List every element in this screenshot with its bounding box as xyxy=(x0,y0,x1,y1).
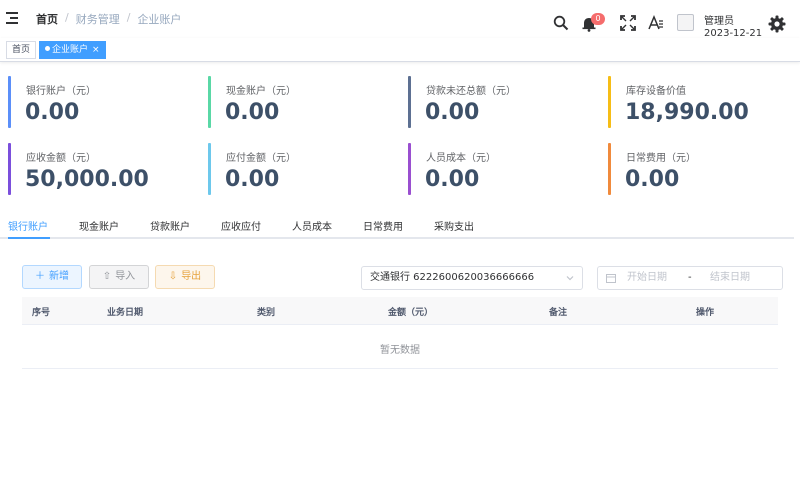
card-value: 0.00 xyxy=(625,167,680,192)
breadcrumb-finance: 财务管理 xyxy=(75,13,120,26)
breadcrumb-separator: / xyxy=(126,11,131,24)
hamburger-icon[interactable] xyxy=(6,12,20,24)
card-bank-account: 银行账户（元） 0.00 xyxy=(8,76,198,128)
card-label: 应收金额（元） xyxy=(26,153,96,164)
close-icon[interactable]: × xyxy=(92,45,100,55)
font-size-icon[interactable] xyxy=(648,15,664,31)
active-tab-indicator xyxy=(8,237,50,239)
import-button[interactable]: ⇧ 导入 xyxy=(89,265,149,289)
end-date-input[interactable]: 结束日期 xyxy=(710,267,750,289)
account-select[interactable]: 交通银行 6222600620036666666 xyxy=(361,266,583,290)
account-select-value: 交通银行 6222600620036666666 xyxy=(370,272,535,283)
card-accent-bar xyxy=(8,143,11,195)
navbar: 首页 / 财务管理 / 企业账户 0 管理员 2023-12-21 xyxy=(0,0,800,39)
card-value: 0.00 xyxy=(25,100,80,125)
user-name[interactable]: 管理员 xyxy=(704,12,734,27)
card-label: 现金账户（元） xyxy=(226,86,296,97)
tab-daily-expense[interactable]: 日常费用 xyxy=(363,218,403,233)
account-tabs: 银行账户 现金账户 贷款账户 应收应付 人员成本 日常费用 采购支出 xyxy=(0,214,794,239)
card-value: 0.00 xyxy=(225,100,280,125)
tags-view: 首页 企业账户 × xyxy=(0,38,800,62)
fullscreen-icon[interactable] xyxy=(620,15,636,31)
breadcrumb-home[interactable]: 首页 xyxy=(36,11,58,27)
table-header: 序号 业务日期 类别 金额（元） 备注 操作 xyxy=(22,297,778,325)
breadcrumb: 首页 / 财务管理 / 企业账户 xyxy=(36,11,181,27)
card-inventory-value: 库存设备价值 18,990.00 xyxy=(608,76,798,128)
card-accent-bar xyxy=(608,143,611,195)
card-label: 贷款未还总额（元） xyxy=(426,86,516,97)
tab-receivable-payable[interactable]: 应收应付 xyxy=(221,218,261,233)
avatar[interactable] xyxy=(677,14,694,31)
card-value: 0.00 xyxy=(425,167,480,192)
column-header-index[interactable]: 序号 xyxy=(32,305,50,318)
start-date-input[interactable]: 开始日期 xyxy=(627,267,667,289)
upload-icon: ⇧ xyxy=(102,271,112,282)
tab-cash-account[interactable]: 现金账户 xyxy=(79,218,119,233)
card-loan-outstanding: 贷款未还总额（元） 0.00 xyxy=(408,76,598,128)
card-accent-bar xyxy=(408,143,411,195)
card-daily-expense: 日常费用（元） 0.00 xyxy=(608,143,798,195)
card-receivable: 应收金额（元） 50,000.00 xyxy=(8,143,198,195)
card-accent-bar xyxy=(608,76,611,128)
date-range-picker[interactable]: 开始日期 - 结束日期 xyxy=(597,266,783,290)
tab-bank-account[interactable]: 银行账户 xyxy=(8,218,48,233)
column-header-category[interactable]: 类别 xyxy=(257,305,275,318)
card-payable: 应付金额（元） 0.00 xyxy=(208,143,398,195)
card-label: 库存设备价值 xyxy=(626,86,686,97)
active-dot-icon xyxy=(45,46,50,51)
table-body: 暂无数据 xyxy=(22,325,778,369)
tab-purchase-expense[interactable]: 采购支出 xyxy=(434,218,474,233)
card-accent-bar xyxy=(208,143,211,195)
date-separator: - xyxy=(688,272,692,283)
tag-label: 企业账户 xyxy=(52,45,89,55)
card-label: 日常费用（元） xyxy=(626,153,696,164)
card-value: 0.00 xyxy=(425,100,480,125)
empty-text: 暂无数据 xyxy=(380,345,420,356)
notification-badge: 0 xyxy=(591,13,605,25)
chevron-down-icon xyxy=(566,276,574,281)
tag-enterprise-account[interactable]: 企业账户 × xyxy=(39,41,106,59)
card-value: 18,990.00 xyxy=(625,100,749,125)
search-icon[interactable] xyxy=(553,15,569,31)
column-header-actions[interactable]: 操作 xyxy=(696,305,714,318)
tag-home[interactable]: 首页 xyxy=(6,41,37,59)
card-label: 应付金额（元） xyxy=(226,153,296,164)
card-accent-bar xyxy=(208,76,211,128)
card-value: 50,000.00 xyxy=(25,167,149,192)
tag-label: 首页 xyxy=(12,45,31,55)
gear-icon[interactable] xyxy=(768,15,786,33)
breadcrumb-current: 企业账户 xyxy=(137,13,182,26)
breadcrumb-separator: / xyxy=(65,11,69,24)
card-cash-account: 现金账户（元） 0.00 xyxy=(208,76,398,128)
card-accent-bar xyxy=(408,76,411,128)
card-label: 人员成本（元） xyxy=(426,153,496,164)
card-accent-bar xyxy=(8,76,11,128)
column-header-remark[interactable]: 备注 xyxy=(549,305,567,318)
column-header-amount[interactable]: 金额（元） xyxy=(388,305,433,318)
add-button[interactable]: ＋新增 xyxy=(22,265,82,289)
calendar-icon xyxy=(606,274,616,283)
tab-personnel-cost[interactable]: 人员成本 xyxy=(292,218,332,233)
column-header-date[interactable]: 业务日期 xyxy=(107,305,143,318)
download-icon: ⇩ xyxy=(168,271,178,282)
tab-loan-account[interactable]: 贷款账户 xyxy=(150,218,190,233)
card-value: 0.00 xyxy=(225,167,280,192)
export-button[interactable]: ⇩ 导出 xyxy=(155,265,215,289)
plus-icon: ＋ xyxy=(35,271,45,282)
card-personnel-cost: 人员成本（元） 0.00 xyxy=(408,143,598,195)
card-label: 银行账户（元） xyxy=(26,86,96,97)
